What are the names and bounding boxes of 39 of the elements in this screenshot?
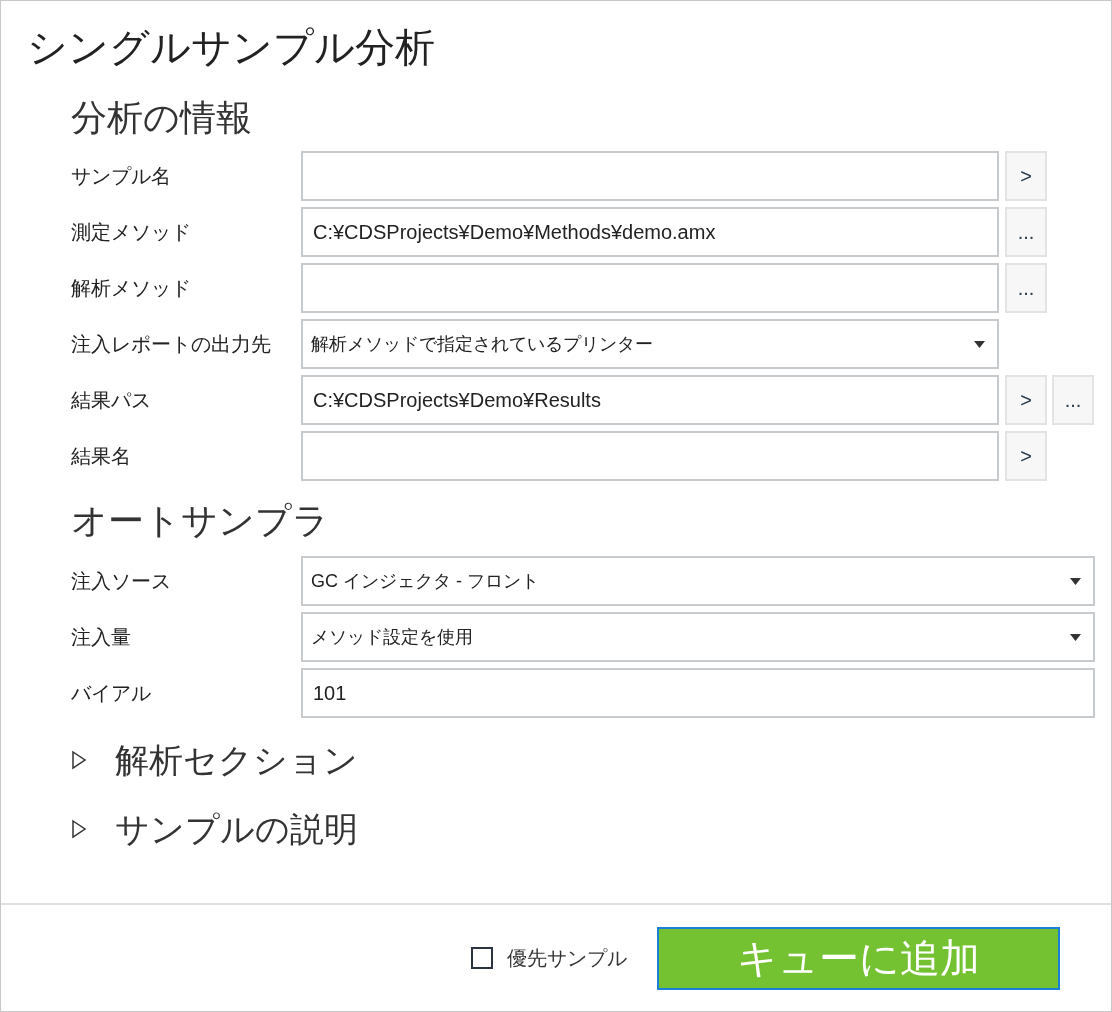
field-button[interactable]: ... — [1005, 263, 1047, 313]
page-title: シングルサンプル分析 — [27, 24, 435, 71]
caret-icon — [1070, 633, 1081, 641]
checkbox-label[interactable]: 優先サンプル — [507, 943, 627, 973]
caret-icon — [1070, 577, 1081, 585]
input-field[interactable]: 101 — [301, 668, 1095, 718]
dropdown-value: メソッド設定を使用 — [311, 625, 474, 649]
field-label: 注入ソース — [71, 569, 172, 594]
checkbox[interactable] — [471, 947, 493, 969]
dropdown-value: 解析メソッドで指定されているプリンター — [311, 332, 654, 356]
field-button[interactable]: ... — [1005, 207, 1047, 257]
input-field[interactable] — [301, 431, 999, 481]
field-button[interactable]: > — [1005, 431, 1047, 481]
input-field[interactable] — [301, 263, 999, 313]
dropdown[interactable]: メソッド設定を使用 — [301, 612, 1095, 662]
section-heading: 分析の情報 — [71, 96, 252, 140]
field-label: 解析メソッド — [71, 276, 192, 301]
field-label: バイアル — [71, 681, 152, 706]
field-button[interactable]: ... — [1052, 375, 1094, 425]
input-field[interactable]: C:¥CDSProjects¥Demo¥Results — [301, 375, 999, 425]
field-button[interactable]: > — [1005, 151, 1047, 201]
input-field[interactable] — [301, 151, 999, 201]
field-label: 測定メソッド — [71, 220, 192, 245]
field-label: 注入レポートの出力先 — [71, 332, 272, 357]
field-label: 結果名 — [71, 444, 132, 469]
dropdown-value: GC インジェクタ - フロント — [311, 569, 540, 593]
section-heading: オートサンプラ — [71, 499, 329, 543]
section-heading[interactable]: 解析セクション — [115, 738, 358, 782]
field-label: 結果パス — [71, 388, 152, 413]
input-field[interactable]: C:¥CDSProjects¥Demo¥Methods¥demo.amx — [301, 207, 999, 257]
field-label: サンプル名 — [71, 164, 172, 189]
caret-right-icon[interactable] — [71, 750, 87, 770]
caret-right-icon[interactable] — [71, 819, 87, 839]
dropdown[interactable]: GC インジェクタ - フロント — [301, 556, 1095, 606]
dropdown[interactable]: 解析メソッドで指定されているプリンター — [301, 319, 999, 369]
section-heading[interactable]: サンプルの説明 — [115, 807, 358, 851]
field-button[interactable]: > — [1005, 375, 1047, 425]
field-label: 注入量 — [71, 625, 132, 650]
caret-icon — [974, 340, 985, 348]
